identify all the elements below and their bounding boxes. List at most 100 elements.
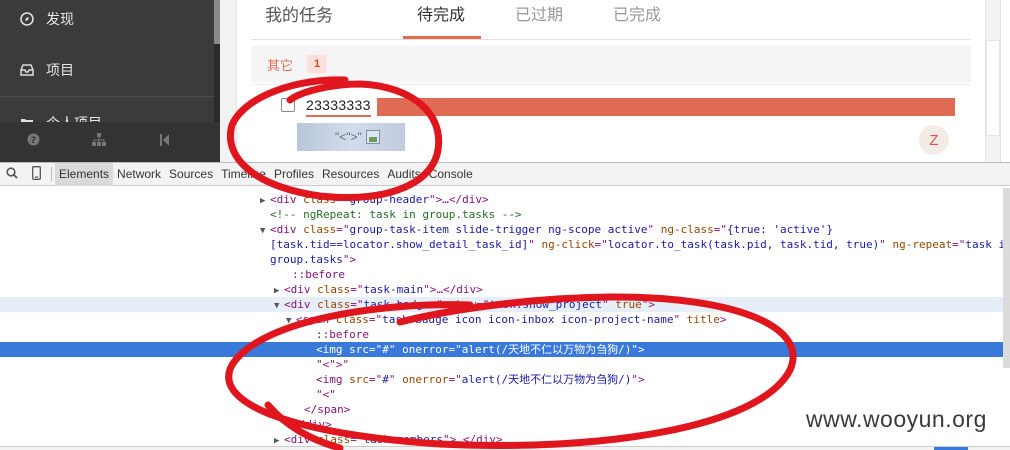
devtools-tab-resources[interactable]: Resources (318, 163, 383, 186)
devtools-tab-timeline[interactable]: Timeline (217, 163, 270, 186)
app-area: 发现 项目 个人项目 ? (0, 0, 1010, 162)
devtools-tab-sources[interactable]: Sources (165, 163, 217, 186)
code-token: ng-class (660, 223, 714, 236)
project-badge[interactable]: "<">" (297, 123, 405, 151)
dom-node-line[interactable]: ▼ <div class="task-badges" show="task.sho… (0, 297, 1010, 312)
sidebar-item-projects[interactable]: 项目 (0, 45, 214, 95)
code-token: " (388, 373, 403, 386)
dom-node-line[interactable]: group.tasks"> (0, 252, 1010, 267)
tab-overdue[interactable]: 已过期 (515, 0, 563, 40)
code-token: =" (336, 193, 350, 206)
page-title: 我的任务 (265, 6, 333, 25)
devtools-tab-elements[interactable]: Elements (55, 162, 114, 186)
code-token: task-badges (363, 298, 437, 311)
code-token: class (335, 313, 369, 326)
expand-triangle-icon[interactable]: ▶ (274, 284, 284, 297)
code-token: alert(/天地不仁以万物为刍狗/) (461, 343, 632, 356)
task-panel: 我的任务 待完成 已过期 已完成 其它 1 23333333 "<">" Z (236, 0, 986, 162)
code-token: </span> (304, 403, 351, 416)
code-token: "<">" (316, 358, 350, 371)
sidebar-footer: ? (0, 122, 220, 162)
code-token: =" (350, 433, 364, 446)
dom-node-line[interactable]: ▼ <span class="task-badge icon icon-inbox… (0, 312, 1010, 327)
compass-icon (20, 12, 34, 26)
code-token: task.show_project (489, 298, 602, 311)
devtools-tab-profiles[interactable]: Profiles (270, 163, 318, 186)
code-token: =" (368, 313, 383, 326)
dom-node-line[interactable]: <!-- ngRepeat: task in group.tasks --> (0, 207, 1010, 222)
dom-node-line[interactable]: ▶ <div class="group-header">…</div> (0, 192, 1010, 207)
org-chart-button[interactable] (66, 122, 132, 162)
code-token: =" (448, 373, 462, 386)
code-token: class (317, 283, 351, 296)
help-button[interactable]: ? (0, 122, 66, 162)
code-token: " (673, 313, 687, 326)
code-token: =" (350, 298, 364, 311)
task-title[interactable]: 23333333 (306, 97, 371, 113)
sidebar-scrollbar-thumb[interactable] (214, 0, 220, 44)
code-token: task-members (363, 433, 443, 446)
code-token: onerror (402, 373, 449, 386)
dom-node-line[interactable]: [task.tid==locator.show_detail_task_id]"… (0, 237, 1010, 252)
code-token: class (317, 433, 351, 446)
dom-node-line[interactable]: ::before (0, 327, 1010, 342)
code-token: ::before (316, 328, 369, 341)
dom-node-line[interactable]: ▶ <div class="task-members">…</div> (0, 432, 1010, 447)
code-token: </div> (292, 418, 332, 431)
code-token: <div (270, 223, 304, 236)
devtools-tab-audits[interactable]: Audits (383, 163, 424, 186)
task-item[interactable]: 23333333 "<">" Z (251, 84, 971, 162)
sidebar-scrollbar-track[interactable] (214, 44, 220, 122)
dom-node-line[interactable]: ▶ <div class="task-main">…</div> (0, 282, 1010, 297)
elements-scrollbar[interactable] (1003, 188, 1010, 368)
code-token: onerror (402, 343, 449, 356)
dom-node-selected[interactable]: <img src="#" onerror="alert(/天地不仁以万物为刍狗/… (0, 342, 1010, 357)
code-token: src (349, 373, 369, 386)
avatar[interactable]: Z (919, 125, 949, 155)
collapse-triangle-icon[interactable]: ▼ (260, 224, 270, 237)
code-token: alert(/天地不仁以万物为刍狗/) (461, 373, 632, 386)
code-token: "> (342, 253, 357, 266)
sidebar-item-label: 项目 (46, 62, 74, 78)
dom-node-line[interactable]: "<">" (0, 357, 1010, 372)
devtools-tab-network[interactable]: Network (113, 163, 165, 186)
dom-node-line[interactable]: ::before (0, 267, 1010, 282)
tab-pending[interactable]: 待完成 (417, 0, 465, 40)
dom-node-line[interactable]: ▼ <div class="group-task-item slide-trigg… (0, 222, 1010, 237)
code-token: # (382, 343, 389, 356)
collapse-triangle-icon[interactable]: ▼ (286, 314, 296, 327)
code-token: title (686, 313, 720, 326)
dom-node-line[interactable]: "<" (0, 387, 1010, 402)
code-token: " (388, 343, 403, 356)
sidebar-item-discover[interactable]: 发现 (0, 0, 214, 44)
code-token: > (719, 313, 727, 326)
collapse-triangle-icon[interactable]: ▼ (274, 299, 284, 312)
task-checkbox[interactable] (281, 98, 295, 112)
devtools-toolbar: Elements Network Sources Timeline Profiles Re… (0, 162, 1010, 186)
code-token: ">…</div> (423, 283, 483, 296)
task-group-header[interactable]: 其它 1 (251, 46, 971, 82)
sidebar-divider (0, 96, 214, 97)
inspect-search-button[interactable] (0, 163, 24, 186)
active-tab-indicator (403, 36, 481, 39)
task-tabs: 我的任务 待完成 已过期 已完成 (251, 0, 971, 40)
dom-node-line[interactable]: <img src="#" onerror="alert(/天地不仁以万物为刍狗/… (0, 372, 1010, 387)
group-count-badge: 1 (307, 55, 328, 73)
right-panel-edge (986, 40, 1000, 136)
watermark: www.wooyun.org (806, 406, 987, 432)
expand-triangle-icon[interactable]: ▶ (260, 194, 270, 207)
device-mode-button[interactable] (24, 163, 48, 186)
org-chart-icon (92, 133, 106, 151)
code-token: ::before (292, 268, 345, 281)
devtools-tab-console[interactable]: Console (425, 163, 477, 186)
task-title-underline (306, 115, 371, 117)
code-token: <!-- ngRepeat: task in group.tasks --> (270, 208, 522, 221)
code-token: "> (631, 373, 645, 386)
code-token: <div (284, 298, 318, 311)
code-token: group-task-item slide-trigger ng-scope a… (349, 223, 648, 236)
tab-completed[interactable]: 已完成 (613, 0, 661, 40)
code-token: "> (641, 298, 655, 311)
code-token: <div (284, 433, 318, 446)
code-token: "<" (316, 388, 336, 401)
collapse-sidebar-button[interactable] (132, 122, 198, 162)
